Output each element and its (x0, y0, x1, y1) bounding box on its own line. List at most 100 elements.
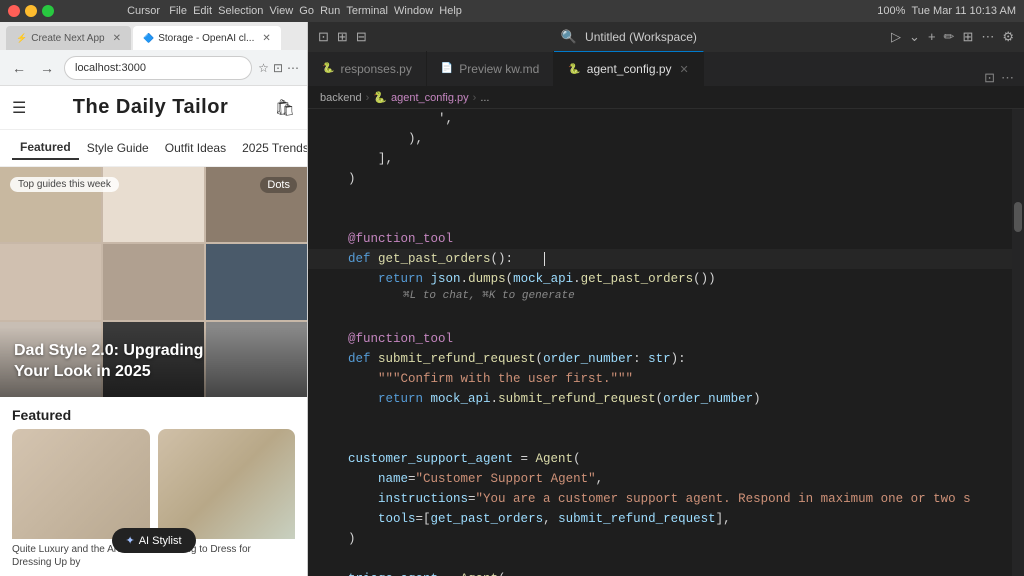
share-icon[interactable]: ⊡ (273, 61, 283, 75)
nav-featured[interactable]: Featured (12, 136, 79, 160)
os-titlebar: Cursor File Edit Selection View Go Run T… (0, 0, 1024, 22)
tab-icon-preview: 📄 (441, 63, 453, 74)
editor-titlebar: ⊡ ⊞ ⊟ 🔍 Untitled (Workspace) ▷ ⌄ + ✏ ⊞ ⋯… (308, 22, 1024, 52)
os-status: 100% Tue Mar 11 10:13 AM (535, 5, 1016, 17)
code-line: name="Customer Support Agent", (308, 469, 1024, 489)
add-tab-icon[interactable]: + (928, 29, 936, 45)
breadcrumb-filename: agent_config.py (391, 92, 469, 104)
panel-icon[interactable]: ⊟ (356, 29, 367, 45)
card-grid: Quite Luxury and the Art of Dressing Up … (0, 429, 307, 576)
hamburger-icon[interactable]: ☰ (12, 98, 26, 118)
more-tabs-icon[interactable]: ⋯ (1001, 70, 1014, 86)
code-line: """Confirm with the user first.""" (308, 369, 1024, 389)
hero-image: Top guides this week Dots Dad Style 2.0:… (0, 167, 307, 397)
ai-stylist-label: AI Stylist (139, 535, 182, 547)
breadcrumb: backend › 🐍 agent_config.py › ... (308, 87, 1024, 109)
code-line (308, 549, 1024, 569)
section-featured-label: Featured (0, 397, 307, 429)
nav-2025-trends[interactable]: 2025 Trends (234, 137, 307, 159)
site-header: ☰ The Daily Tailor 🛍 (0, 86, 307, 130)
tab-preview-kw[interactable]: 📄 Preview kw.md (427, 51, 554, 86)
code-line: instructions="You are a customer support… (308, 489, 1024, 509)
cart-icon[interactable]: 🛍 (275, 98, 295, 118)
code-line: ', (308, 109, 1024, 129)
scrollbar-track[interactable] (1012, 109, 1024, 576)
nav-outfit-ideas[interactable]: Outfit Ideas (157, 137, 234, 159)
breadcrumb-backend: backend (320, 92, 362, 104)
code-line: @function_tool (308, 329, 1024, 349)
hero-badge: Top guides this week (10, 177, 119, 192)
window-controls[interactable] (8, 5, 54, 17)
search-icon[interactable]: 🔍 (561, 29, 577, 45)
browser-tabs: ⚡ Create Next App ✕ 🔷 Storage - OpenAI c… (0, 22, 307, 50)
editor-tab-actions: ⊡ ⋯ (974, 70, 1024, 86)
hint-text: ⌘L to chat, ⌘K to generate (348, 289, 575, 309)
run-icon[interactable]: ▷ (891, 29, 901, 45)
bookmark-icon[interactable]: ☆ (258, 61, 269, 75)
code-line: triage_agent = Agent( (308, 569, 1024, 576)
more-actions-icon[interactable]: ⋯ (981, 29, 994, 45)
address-input[interactable] (64, 56, 252, 80)
hint-line: ⌘L to chat, ⌘K to generate (308, 289, 1024, 309)
code-line: ], (308, 149, 1024, 169)
editor-tabs: 🐍 responses.py 📄 Preview kw.md 🐍 agent_c… (308, 52, 1024, 87)
code-line (308, 309, 1024, 329)
editor-titlebar-actions: ▷ ⌄ + ✏ ⊞ ⋯ ⚙ (891, 29, 1014, 45)
debug-icon[interactable]: ⌄ (909, 29, 920, 45)
tab-responses-py[interactable]: 🐍 responses.py (308, 51, 427, 86)
editor-panel: ⊡ ⊞ ⊟ 🔍 Untitled (Workspace) ▷ ⌄ + ✏ ⊞ ⋯… (308, 22, 1024, 576)
code-line: customer_support_agent = Agent( (308, 449, 1024, 469)
tab-label-agent: agent_config.py (587, 62, 672, 76)
main-container: ⚡ Create Next App ✕ 🔷 Storage - OpenAI c… (0, 22, 1024, 576)
tab-close-1[interactable]: ✕ (113, 33, 121, 44)
browser-address-bar: ← → ☆ ⊡ ⋯ (0, 50, 307, 86)
address-icons: ☆ ⊡ ⋯ (258, 61, 299, 75)
nav-style-guide[interactable]: Style Guide (79, 137, 157, 159)
scrollbar-thumb[interactable] (1014, 202, 1022, 232)
browser-tab-1[interactable]: ⚡ Create Next App ✕ (6, 26, 131, 50)
hero-dots: Dots (260, 177, 297, 193)
tab-close-2[interactable]: ✕ (262, 33, 270, 44)
site-nav: Featured Style Guide Outfit Ideas 2025 T… (0, 130, 307, 167)
hero-title: Dad Style 2.0: UpgradingYour Look in 202… (14, 341, 293, 383)
breadcrumb-ellipsis: ... (480, 92, 489, 104)
code-line (308, 189, 1024, 209)
tab-label-responses: responses.py (340, 62, 411, 76)
back-btn[interactable]: ← (8, 58, 30, 78)
os-battery: 100% (877, 5, 905, 17)
code-line: @function_tool (308, 229, 1024, 249)
tab-icon-responses: 🐍 (322, 63, 334, 74)
settings-icon[interactable]: ⚙ (1002, 29, 1014, 45)
browser-tab-2[interactable]: 🔷 Storage - OpenAI cl... ✕ (133, 26, 281, 50)
browser-panel: ⚡ Create Next App ✕ 🔷 Storage - OpenAI c… (0, 22, 308, 576)
minimize-btn[interactable] (25, 5, 37, 17)
view-icon[interactable]: ⊞ (962, 29, 973, 45)
maximize-btn[interactable] (42, 5, 54, 17)
ai-star-icon: ✦ (125, 534, 134, 547)
split-editor-icon[interactable]: ⊡ (984, 70, 995, 86)
site-title: The Daily Tailor (73, 96, 228, 119)
tab-icon-agent: 🐍 (568, 64, 580, 75)
code-line: ), (308, 129, 1024, 149)
ai-stylist-button[interactable]: ✦ AI Stylist (111, 528, 195, 553)
edit-icon[interactable]: ✏ (944, 29, 955, 45)
layout-icon[interactable]: ⊞ (337, 29, 348, 45)
tab-close-agent[interactable]: ✕ (680, 63, 689, 76)
code-line (308, 209, 1024, 229)
code-line (308, 409, 1024, 429)
editor-window-title: Untitled (Workspace) (585, 30, 697, 44)
code-area[interactable]: ', ), ], ) (308, 109, 1024, 576)
tab-agent-config[interactable]: 🐍 agent_config.py ✕ (554, 51, 703, 86)
close-btn[interactable] (8, 5, 20, 17)
forward-btn[interactable]: → (36, 58, 58, 78)
code-line: return mock_api.submit_refund_request(or… (308, 389, 1024, 409)
code-line: tools=[get_past_orders, submit_refund_re… (308, 509, 1024, 529)
split-view-icon[interactable]: ⊡ (318, 29, 329, 45)
tab-label-preview: Preview kw.md (459, 62, 539, 76)
code-line: ) (308, 169, 1024, 189)
more-icon[interactable]: ⋯ (287, 61, 299, 75)
code-line (308, 429, 1024, 449)
os-time: Tue Mar 11 10:13 AM (911, 5, 1016, 17)
breadcrumb-file-icon: 🐍 (373, 91, 387, 104)
hero-overlay: Dad Style 2.0: UpgradingYour Look in 202… (0, 327, 307, 397)
